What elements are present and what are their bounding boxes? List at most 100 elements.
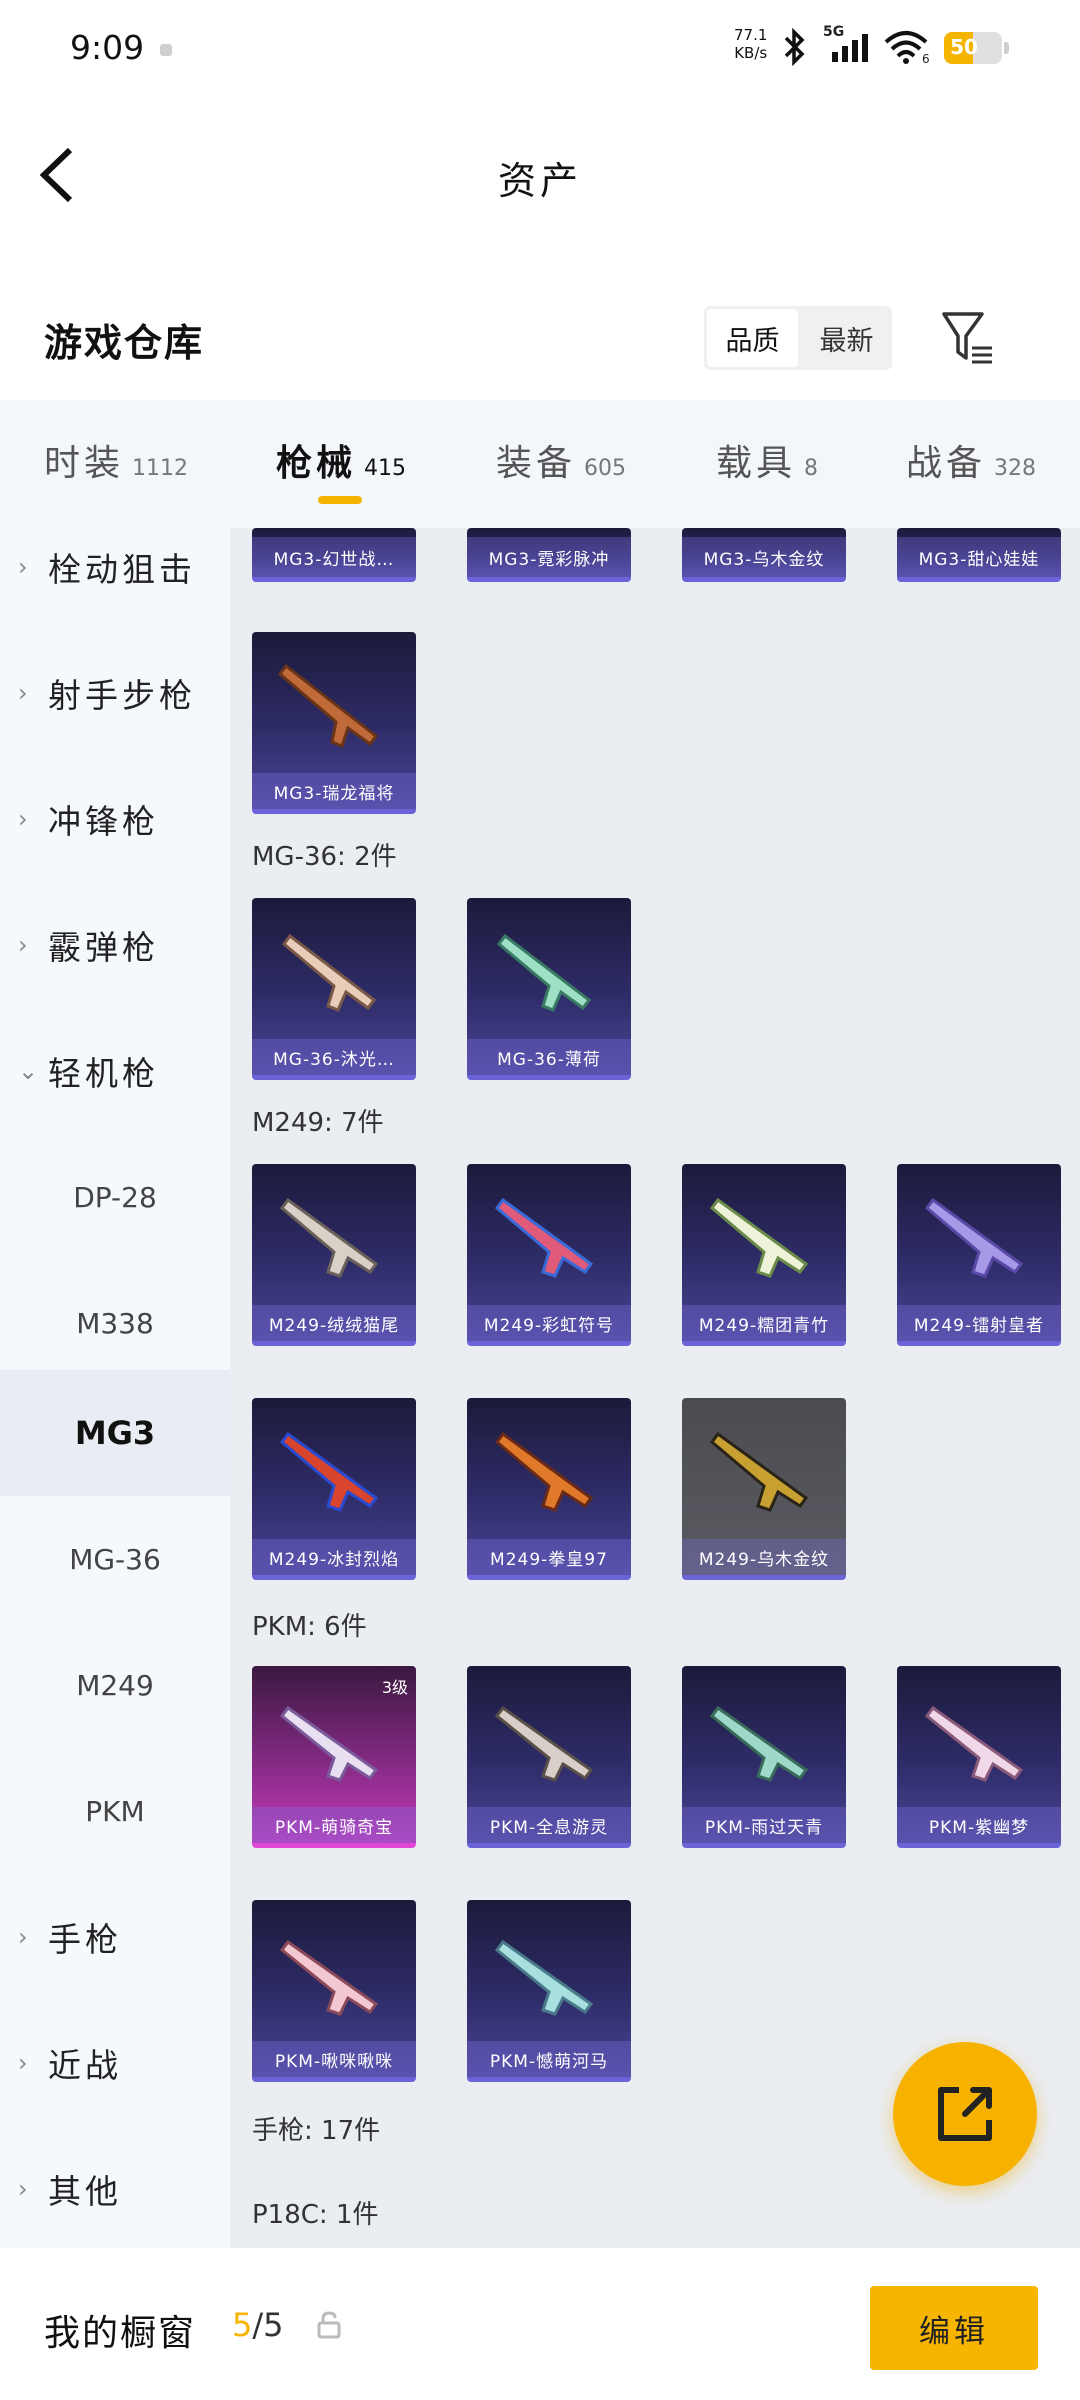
weapon-grid: MG3-幻世战… MG3-霓彩脉冲 MG3-乌木金纹 MG3-甜心娃娃 MG3-…: [230, 528, 1080, 2248]
filter-icon[interactable]: [938, 308, 998, 368]
weapon-card-label: MG3-幻世战…: [252, 537, 416, 577]
lock-icon: [317, 2311, 341, 2339]
net-speed-value: 77.1: [734, 26, 768, 44]
weapon-card[interactable]: M249-彩虹符号: [467, 1164, 631, 1346]
sidebar-item-label: 手枪: [48, 1920, 122, 1959]
sidebar-item-label: 栓动狙击: [48, 550, 196, 589]
external-link-icon: [938, 2087, 992, 2141]
weapon-card[interactable]: PKM-全息游灵: [467, 1666, 631, 1848]
weapon-card[interactable]: MG3-瑞龙福将: [252, 632, 416, 814]
warehouse-title: 游戏仓库: [44, 320, 205, 365]
sidebar-item-label: 其他: [48, 2172, 122, 2211]
battery-icon: 50: [944, 32, 1002, 64]
weapon-card[interactable]: M249-绒绒猫尾: [252, 1164, 416, 1346]
tab-label: 装备: [496, 443, 577, 484]
sidebar-sub-mg3[interactable]: MG3: [0, 1370, 230, 1496]
section-header-pkm: PKM: 6件: [252, 1612, 367, 1642]
gun-image: [494, 1705, 594, 1782]
tab-count: 328: [994, 456, 1037, 481]
tab-count: 605: [584, 456, 627, 481]
weapon-card-label: PKM-啾咪啾咪: [252, 2041, 416, 2077]
tab-label: 战备: [906, 443, 987, 484]
chevron-down-icon: ⌄: [18, 1057, 39, 1085]
weapon-card[interactable]: MG3-甜心娃娃: [897, 528, 1061, 582]
weapon-card[interactable]: MG3-霓彩脉冲: [467, 528, 631, 582]
sidebar-item-other[interactable]: › 其他: [0, 2126, 230, 2248]
sidebar-item-marksman-rifle[interactable]: › 射手步枪: [0, 630, 230, 756]
gun-image: [496, 933, 592, 1012]
tab-label: 时装: [44, 443, 125, 484]
sidebar-item-label: 冲锋枪: [48, 802, 159, 841]
net-speed: 77.1 KB/s: [734, 26, 767, 62]
gun-image: [279, 1705, 379, 1782]
sidebar-item-smg[interactable]: › 冲锋枪: [0, 756, 230, 882]
net-speed-unit: KB/s: [734, 44, 768, 62]
sidebar-sub-m338[interactable]: M338: [0, 1260, 230, 1386]
weapon-card-label: PKM-憾萌河马: [467, 2041, 631, 2077]
weapon-card[interactable]: 3级 PKM-萌骑奇宝: [252, 1666, 416, 1848]
sidebar-item-label: 近战: [48, 2046, 122, 2085]
bluetooth-icon: [784, 28, 805, 66]
sidebar-item-shotgun[interactable]: › 霰弹枪: [0, 882, 230, 1008]
weapon-card-label: MG-36-薄荷: [467, 1039, 631, 1075]
weapon-card[interactable]: MG3-幻世战…: [252, 528, 416, 582]
tab-fashion[interactable]: 时装 1112: [44, 434, 188, 486]
showcase-count-total: /5: [252, 2306, 284, 2344]
section-header-m249: M249: 7件: [252, 1108, 384, 1138]
status-bar: 9:09 77.1 KB/s 5G 6 50: [0, 0, 1080, 96]
tab-label: 枪械: [276, 442, 357, 484]
weapon-card[interactable]: MG-36-薄荷: [467, 898, 631, 1080]
gun-image: [279, 1197, 379, 1278]
gun-image: [924, 1197, 1024, 1278]
weapon-card-label: PKM-萌骑奇宝: [252, 1807, 416, 1843]
sort-quality-button[interactable]: 品质: [707, 309, 798, 367]
weapon-card[interactable]: PKM-啾咪啾咪: [252, 1900, 416, 2082]
weapon-card[interactable]: PKM-憾萌河马: [467, 1900, 631, 2082]
share-button[interactable]: [893, 2042, 1037, 2186]
gun-image: [494, 1197, 594, 1278]
weapon-card[interactable]: M249-拳皇97: [467, 1398, 631, 1580]
showcase-bar: 我的橱窗 5/5 编辑: [0, 2250, 1080, 2400]
chevron-right-icon: ›: [18, 679, 28, 707]
weapon-card-label: M249-绒绒猫尾: [252, 1305, 416, 1341]
sidebar-item-melee[interactable]: › 近战: [0, 2000, 230, 2126]
weapon-card[interactable]: M249-镭射皇者: [897, 1164, 1061, 1346]
tab-equipment[interactable]: 装备 605: [496, 434, 626, 486]
gun-image: [709, 1431, 809, 1512]
weapon-card[interactable]: M249-糯团青竹: [682, 1164, 846, 1346]
weapon-card-label: M249-糯团青竹: [682, 1305, 846, 1341]
sidebar-item-bolt-sniper[interactable]: › 栓动狙击: [0, 528, 230, 630]
weapon-card[interactable]: MG-36-沐光…: [252, 898, 416, 1080]
gun-image: [279, 1431, 379, 1512]
weapon-card[interactable]: M249-乌木金纹: [682, 1398, 846, 1580]
gun-image: [281, 933, 377, 1012]
sidebar-sub-mg36[interactable]: MG-36: [0, 1496, 230, 1622]
sidebar-sub-dp28[interactable]: DP-28: [0, 1134, 230, 1260]
sidebar-sub-pkm[interactable]: PKM: [0, 1748, 230, 1874]
notification-dot-icon: [160, 44, 172, 56]
signal-icon: [832, 34, 868, 62]
battery-nub: [1004, 42, 1009, 54]
gun-image: [924, 1705, 1024, 1782]
sort-newest-button[interactable]: 最新: [801, 306, 892, 370]
tab-vehicles[interactable]: 载具 8: [716, 434, 818, 486]
tab-indicator: [318, 496, 362, 504]
showcase-count-current: 5: [232, 2306, 253, 2344]
weapon-card[interactable]: MG3-乌木金纹: [682, 528, 846, 582]
weapon-card[interactable]: PKM-雨过天青: [682, 1666, 846, 1848]
tab-supplies[interactable]: 战备 328: [906, 434, 1036, 486]
weapon-card-label: MG3-甜心娃娃: [897, 537, 1061, 577]
chevron-right-icon: ›: [18, 2049, 28, 2077]
weapon-card[interactable]: M249-冰封烈焰: [252, 1398, 416, 1580]
level-badge: 3级: [381, 1678, 408, 1697]
tab-firearms[interactable]: 枪械 415: [276, 434, 406, 486]
sidebar-sub-m249[interactable]: M249: [0, 1622, 230, 1748]
edit-button[interactable]: 编辑: [870, 2286, 1038, 2370]
sidebar-item-lmg[interactable]: ⌄ 轻机枪: [0, 1008, 230, 1134]
sidebar-item-pistol[interactable]: › 手枪: [0, 1874, 230, 2000]
category-tabs: 时装 1112 枪械 415 装备 605 载具 8 战备 328: [0, 400, 1080, 528]
weapon-card[interactable]: PKM-紫幽梦: [897, 1666, 1061, 1848]
sidebar-item-label: 霰弹枪: [48, 928, 159, 967]
tab-label: 载具: [716, 443, 797, 484]
gun-image: [709, 1705, 809, 1782]
